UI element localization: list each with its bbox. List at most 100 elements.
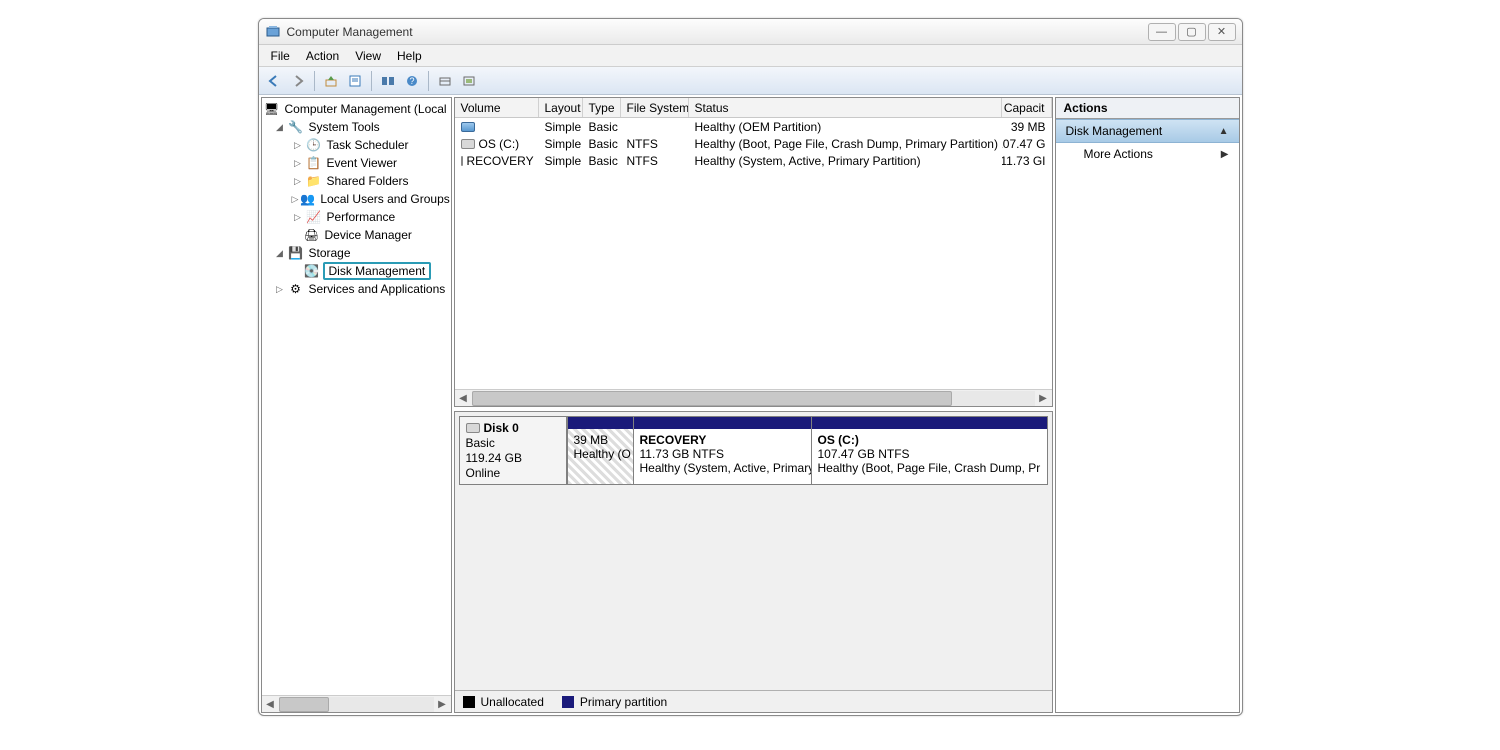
- drive-icon: [461, 156, 463, 166]
- menu-file[interactable]: File: [263, 47, 298, 65]
- toolbar-divider-2: [371, 71, 372, 91]
- partition-recovery[interactable]: RECOVERY 11.73 GB NTFS Healthy (System, …: [633, 417, 811, 484]
- disk-row: Disk 0 Basic 119.24 GB Online 39 MB Heal…: [459, 416, 1048, 485]
- chevron-down-icon[interactable]: ◢: [274, 121, 286, 133]
- chevron-right-icon[interactable]: ▷: [292, 157, 304, 169]
- actions-header: Actions: [1056, 98, 1239, 119]
- help-button[interactable]: ?: [401, 70, 423, 92]
- tree-disk-management[interactable]: 💽 Disk Management: [262, 262, 451, 280]
- tree-device-manager[interactable]: 🖨 Device Manager: [262, 226, 451, 244]
- tree-services[interactable]: ▷ ⚙ Services and Applications: [262, 280, 451, 298]
- chevron-right-icon[interactable]: ▷: [274, 283, 286, 295]
- tree-local-users[interactable]: ▷ 👥 Local Users and Groups: [262, 190, 451, 208]
- col-volume[interactable]: Volume: [455, 98, 539, 117]
- drive-icon: [461, 122, 475, 132]
- volumes-scrollbar[interactable]: ◀ ▶: [455, 389, 1052, 406]
- tree-task-scheduler[interactable]: ▷ 🕒 Task Scheduler: [262, 136, 451, 154]
- col-type[interactable]: Type: [583, 98, 621, 117]
- scroll-left-icon[interactable]: ◀: [455, 391, 472, 406]
- computer-icon: 🖥: [264, 101, 280, 117]
- partition-os[interactable]: OS (C:) 107.47 GB NTFS Healthy (Boot, Pa…: [811, 417, 1047, 484]
- center-panel: Volume Layout Type File System Status Ca…: [454, 97, 1053, 713]
- chevron-down-icon[interactable]: ◢: [274, 247, 286, 259]
- clock-icon: 🕒: [306, 137, 322, 153]
- legend-unallocated: Unallocated: [481, 695, 544, 709]
- legend-swatch-primary: [562, 696, 574, 708]
- chevron-right-icon[interactable]: ▷: [292, 211, 304, 223]
- tree-system-tools[interactable]: ◢ 🔧 System Tools: [262, 118, 451, 136]
- chevron-right-icon: ▶: [1221, 149, 1229, 160]
- maximize-button[interactable]: ▢: [1178, 23, 1206, 41]
- chevron-right-icon[interactable]: ▷: [292, 193, 299, 205]
- gauge-icon: 📈: [306, 209, 322, 225]
- svg-text:?: ?: [409, 76, 414, 86]
- partition-stripe: [568, 417, 633, 429]
- tree-event-viewer[interactable]: ▷ 📋 Event Viewer: [262, 154, 451, 172]
- toolbar-divider-3: [428, 71, 429, 91]
- drive-icon: [461, 139, 475, 149]
- action-disk-management[interactable]: Disk Management ▲: [1056, 119, 1239, 143]
- disk-label[interactable]: Disk 0 Basic 119.24 GB Online: [459, 416, 567, 485]
- tree-root[interactable]: 🖥 Computer Management (Local: [262, 100, 451, 118]
- volume-row[interactable]: RECOVERY Simple Basic NTFS Healthy (Syst…: [455, 152, 1052, 169]
- tree-storage[interactable]: ◢ 💾 Storage: [262, 244, 451, 262]
- body-area: 🖥 Computer Management (Local ◢ 🔧 System …: [259, 95, 1242, 715]
- volumes-list: Volume Layout Type File System Status Ca…: [454, 97, 1053, 407]
- disk-icon: 💽: [304, 263, 320, 279]
- chevron-right-icon[interactable]: ▷: [292, 175, 304, 187]
- partition-oem[interactable]: 39 MB Healthy (O: [567, 417, 633, 484]
- col-status[interactable]: Status: [689, 98, 1002, 117]
- volume-row[interactable]: OS (C:) Simple Basic NTFS Healthy (Boot,…: [455, 135, 1052, 152]
- legend-primary: Primary partition: [580, 695, 667, 709]
- tools-icon: 🔧: [288, 119, 304, 135]
- partition-stripe: [634, 417, 811, 429]
- event-icon: 📋: [306, 155, 322, 171]
- scroll-track[interactable]: [472, 391, 1035, 406]
- minimize-button[interactable]: —: [1148, 23, 1176, 41]
- view-button[interactable]: [377, 70, 399, 92]
- menu-bar: File Action View Help: [259, 45, 1242, 67]
- tree-performance[interactable]: ▷ 📈 Performance: [262, 208, 451, 226]
- tree-shared-folders[interactable]: ▷ 📁 Shared Folders: [262, 172, 451, 190]
- toolbar-extra-1[interactable]: [434, 70, 456, 92]
- scroll-left-icon[interactable]: ◀: [262, 697, 279, 712]
- device-icon: 🖨: [304, 227, 320, 243]
- title-bar: Computer Management — ▢ ✕: [259, 19, 1242, 45]
- users-icon: 👥: [300, 191, 315, 207]
- tree-panel: 🖥 Computer Management (Local ◢ 🔧 System …: [261, 97, 452, 713]
- chevron-up-icon: ▲: [1219, 126, 1229, 137]
- col-capacity[interactable]: Capacit: [1002, 98, 1052, 117]
- window-controls: — ▢ ✕: [1148, 23, 1236, 41]
- menu-help[interactable]: Help: [389, 47, 430, 65]
- scroll-track[interactable]: [279, 697, 434, 712]
- scroll-thumb[interactable]: [472, 391, 952, 406]
- menu-action[interactable]: Action: [298, 47, 347, 65]
- scroll-thumb[interactable]: [279, 697, 329, 712]
- forward-button[interactable]: [287, 70, 309, 92]
- toolbar: ?: [259, 67, 1242, 95]
- properties-button[interactable]: [344, 70, 366, 92]
- scroll-right-icon[interactable]: ▶: [1035, 391, 1052, 406]
- col-filesystem[interactable]: File System: [621, 98, 689, 117]
- toolbar-extra-2[interactable]: [458, 70, 480, 92]
- partition-stripe: [812, 417, 1047, 429]
- window-frame: Computer Management — ▢ ✕ File Action Vi…: [258, 18, 1243, 716]
- tree-scrollbar[interactable]: ◀ ▶: [262, 695, 451, 712]
- disk-icon: [466, 423, 480, 433]
- partitions: 39 MB Healthy (O RECOVERY 11.73 GB NTFS …: [567, 416, 1048, 485]
- legend: Unallocated Primary partition: [455, 690, 1052, 712]
- menu-view[interactable]: View: [347, 47, 389, 65]
- action-more-actions[interactable]: More Actions ▶: [1056, 143, 1239, 165]
- volume-row[interactable]: Simple Basic Healthy (OEM Partition) 39 …: [455, 118, 1052, 135]
- actions-panel: Actions Disk Management ▲ More Actions ▶: [1055, 97, 1240, 713]
- app-icon: [265, 24, 281, 40]
- chevron-right-icon[interactable]: ▷: [292, 139, 304, 151]
- scroll-right-icon[interactable]: ▶: [434, 697, 451, 712]
- window-title: Computer Management: [287, 25, 1148, 39]
- services-icon: ⚙: [288, 281, 304, 297]
- col-layout[interactable]: Layout: [539, 98, 583, 117]
- up-button[interactable]: [320, 70, 342, 92]
- close-button[interactable]: ✕: [1208, 23, 1236, 41]
- legend-swatch-unallocated: [463, 696, 475, 708]
- back-button[interactable]: [263, 70, 285, 92]
